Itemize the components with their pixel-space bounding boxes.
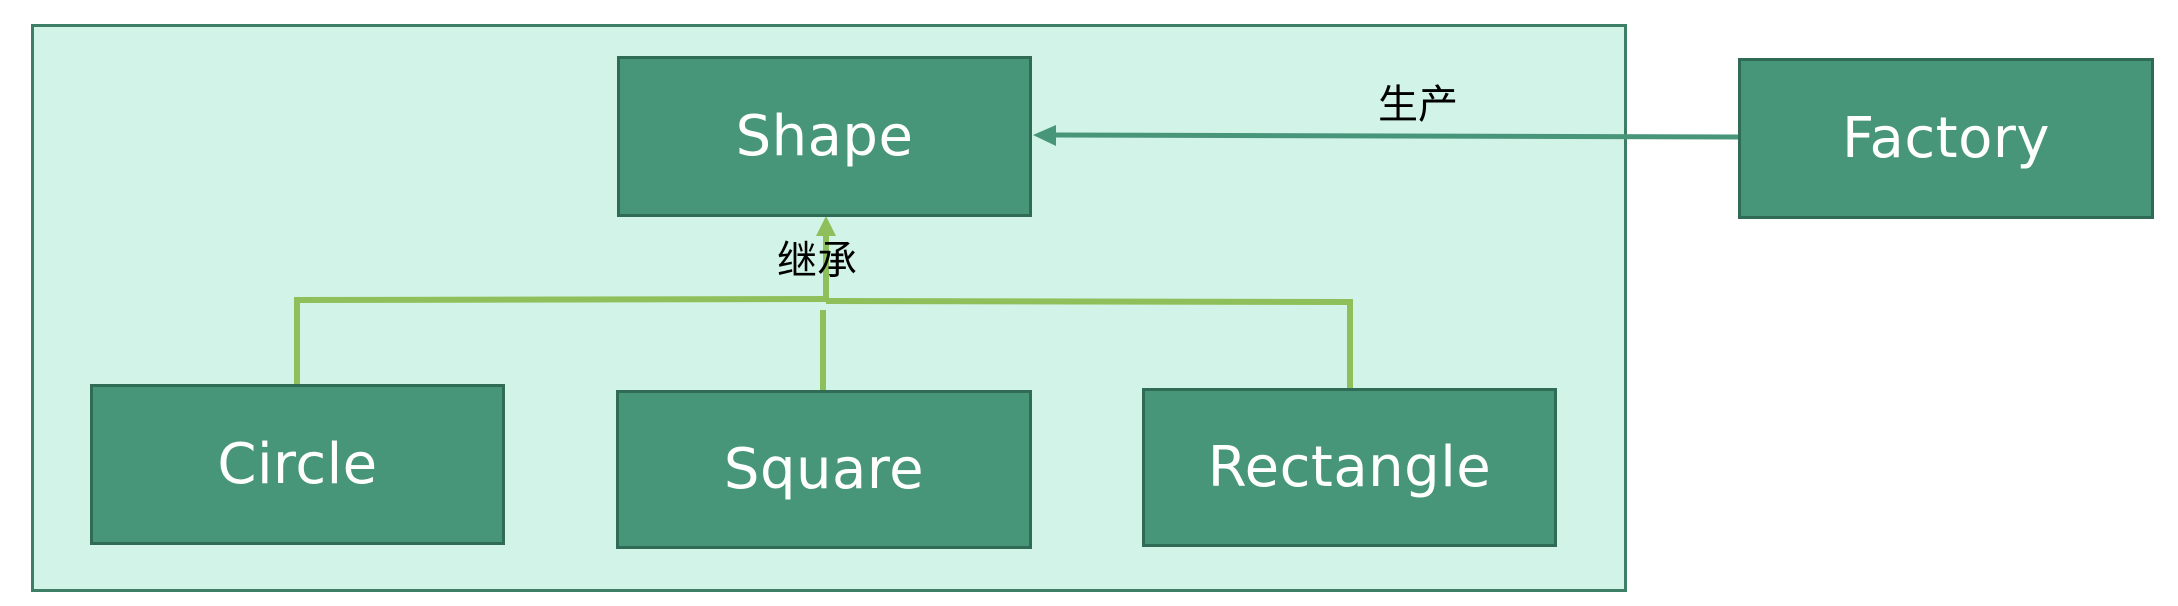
node-factory[interactable]: Factory bbox=[1738, 58, 2154, 219]
edge-label-produce: 生产 bbox=[1378, 82, 1458, 128]
node-shape[interactable]: Shape bbox=[617, 56, 1032, 217]
node-factory-label: Factory bbox=[1841, 106, 2051, 171]
node-square-label: Square bbox=[723, 437, 925, 502]
produce-arrowhead bbox=[1033, 125, 1056, 146]
produce-line bbox=[1055, 132, 1739, 140]
node-square[interactable]: Square bbox=[616, 390, 1032, 549]
node-rectangle[interactable]: Rectangle bbox=[1142, 388, 1557, 547]
inherit-line-rectangle bbox=[825, 298, 1353, 388]
inherit-line-circle bbox=[294, 296, 827, 386]
node-rectangle-label: Rectangle bbox=[1207, 435, 1492, 500]
node-circle[interactable]: Circle bbox=[90, 384, 505, 545]
node-circle-label: Circle bbox=[217, 432, 378, 497]
node-shape-label: Shape bbox=[735, 104, 914, 169]
edge-label-inherit: 继承 bbox=[777, 238, 857, 284]
